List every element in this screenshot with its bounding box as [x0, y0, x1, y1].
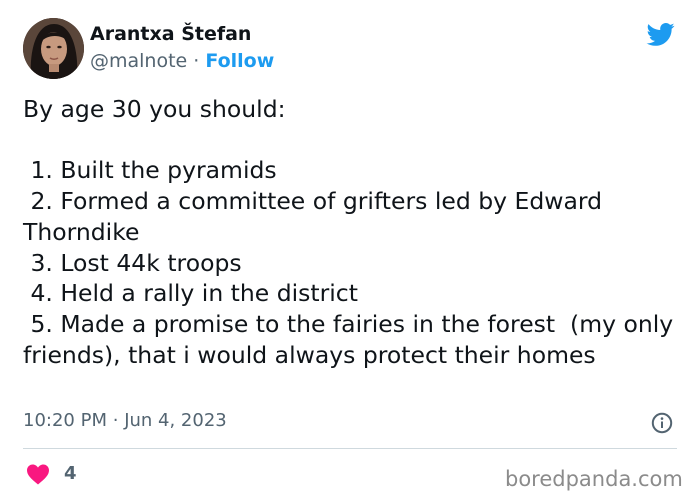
follow-button[interactable]: Follow: [205, 50, 274, 72]
tweet-text: By age 30 you should: 1. Built the pyram…: [23, 95, 674, 369]
avatar[interactable]: [23, 18, 84, 79]
timestamp-separator: ·: [112, 410, 119, 431]
like-count: 4: [64, 463, 77, 484]
tweet-timestamp[interactable]: 10:20 PM · Jun 4, 2023: [23, 410, 227, 431]
twitter-bird-icon[interactable]: [645, 20, 677, 48]
heart-icon[interactable]: [26, 463, 50, 485]
author-handle[interactable]: @malnote: [90, 50, 187, 72]
tweet-date: Jun 4, 2023: [124, 410, 227, 431]
watermark: boredpanda.com: [505, 467, 683, 491]
author-name[interactable]: Arantxa Štefan: [90, 23, 251, 45]
tweet-time: 10:20 PM: [23, 410, 107, 431]
author-handle-row: @malnote · Follow: [90, 50, 274, 72]
info-icon[interactable]: [651, 412, 673, 434]
divider: [23, 448, 677, 449]
handle-separator: ·: [193, 50, 200, 72]
